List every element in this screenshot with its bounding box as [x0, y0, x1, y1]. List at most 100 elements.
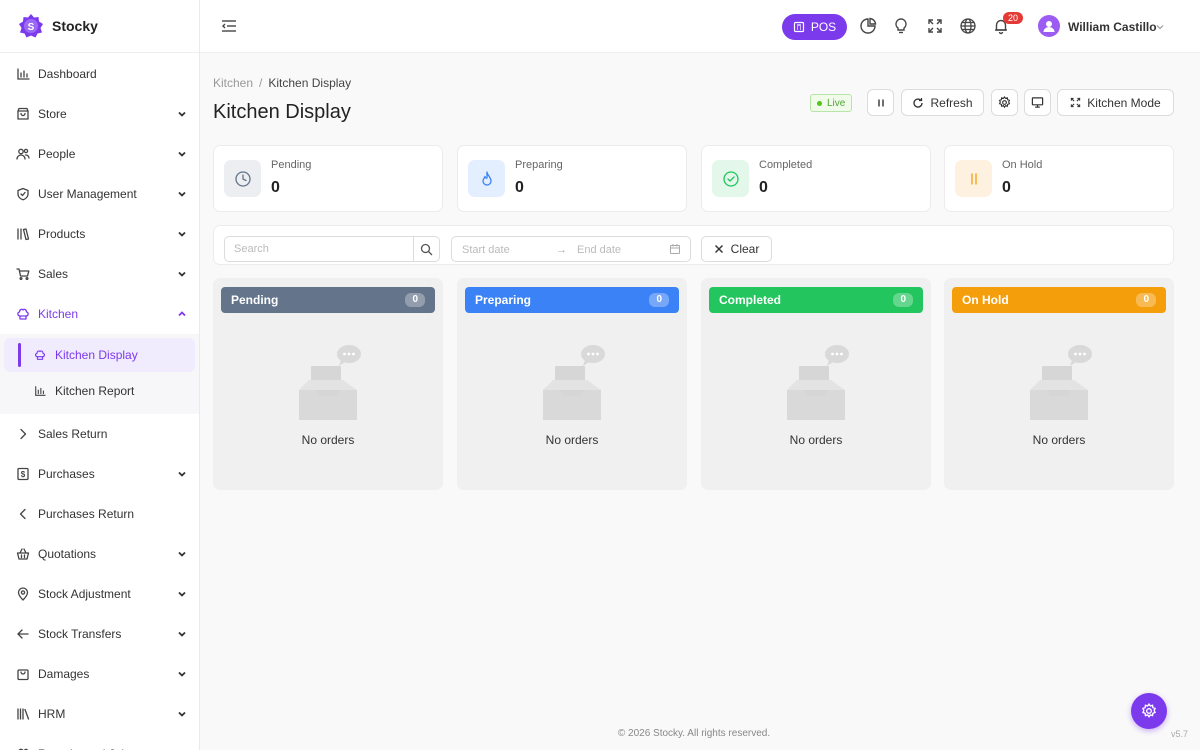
sidebar-subitem-label: Kitchen Display: [55, 348, 138, 362]
search-field: [224, 236, 440, 262]
kitchen-mode-button[interactable]: Kitchen Mode: [1057, 89, 1174, 116]
sidebar-subitem-kitchen-report[interactable]: Kitchen Report: [4, 374, 195, 408]
chevron-down-icon: [178, 111, 186, 117]
column-count-badge: 0: [405, 293, 425, 307]
end-date-input[interactable]: End date: [577, 244, 621, 256]
sidebar-item-label: Products: [38, 227, 86, 241]
search-input[interactable]: [225, 237, 414, 261]
stat-card-preparing: Preparing 0: [457, 145, 687, 212]
sidebar-item-hrm[interactable]: HRM: [0, 694, 199, 734]
version-label: v5.7: [1170, 729, 1188, 739]
empty-state-text: No orders: [545, 433, 599, 447]
user-name[interactable]: William Castillo: [1068, 20, 1157, 34]
sidebar-item-stock-transfers[interactable]: Stock Transfers: [0, 614, 199, 654]
pie-chart-icon[interactable]: [859, 17, 877, 35]
page-title: Kitchen Display: [213, 101, 351, 123]
empty-state-text: No orders: [1032, 433, 1086, 447]
display-button[interactable]: [1024, 89, 1051, 116]
kitchen-submenu: Kitchen Display Kitchen Report: [0, 334, 199, 414]
sidebar-item-kitchen[interactable]: Kitchen: [0, 294, 199, 334]
search-button[interactable]: [413, 237, 439, 261]
avatar[interactable]: [1038, 15, 1060, 37]
stat-value: 0: [515, 179, 524, 196]
svg-text:S: S: [28, 22, 35, 33]
sidebar-item-damages[interactable]: Damages: [0, 654, 199, 694]
sidebar-item-dashboard[interactable]: Dashboard: [0, 54, 199, 94]
calendar-icon: [670, 244, 680, 254]
location-icon: [17, 587, 29, 601]
stat-label: Pending: [271, 159, 312, 171]
fullscreen-icon[interactable]: [926, 17, 944, 35]
pause-button[interactable]: [867, 89, 894, 116]
sidebar-item-recruits-and-jobs[interactable]: Recruits and Jobs: [0, 734, 199, 750]
arrow-left-icon: [17, 629, 29, 639]
breadcrumb-separator: /: [259, 76, 263, 90]
sidebar-item-label: People: [38, 147, 76, 161]
sidebar-item-label: HRM: [38, 707, 66, 721]
sidebar-item-stock-adjustment[interactable]: Stock Adjustment: [0, 574, 199, 614]
column-count-badge: 0: [893, 293, 913, 307]
basket-icon: [16, 548, 30, 560]
customizer-button[interactable]: [1131, 693, 1167, 729]
sidebar-item-label: Quotations: [38, 547, 97, 561]
pos-button[interactable]: POS: [782, 14, 847, 40]
main-content: Kitchen / Kitchen Display Kitchen Displa…: [200, 53, 1200, 750]
sidebar-item-purchases-return[interactable]: Purchases Return: [0, 494, 199, 534]
cart-icon: [16, 268, 30, 281]
sidebar-item-label: Stock Transfers: [38, 627, 122, 641]
sidebar-item-user-management[interactable]: User Management: [0, 174, 199, 214]
date-range-picker[interactable]: Start date → End date: [451, 236, 691, 262]
breadcrumb-parent[interactable]: Kitchen: [213, 76, 253, 90]
globe-icon[interactable]: [959, 17, 977, 35]
check-circle-icon: [722, 170, 739, 187]
chevron-down-icon: [178, 551, 186, 557]
refresh-button[interactable]: Refresh: [901, 89, 984, 116]
clear-button[interactable]: Clear: [701, 236, 772, 262]
start-date-input[interactable]: Start date: [462, 244, 510, 256]
kanban-column-on-hold: On Hold 0 No orders: [944, 278, 1174, 490]
empty-inbox-icon: [543, 345, 605, 420]
sidebar-item-sales[interactable]: Sales: [0, 254, 199, 294]
sidebar-item-label: Purchases: [38, 467, 95, 481]
chevron-down-icon: [178, 471, 186, 477]
sidebar-item-label: Kitchen: [38, 307, 79, 321]
brand[interactable]: S Stocky: [0, 0, 199, 53]
sidebar-nav: Dashboard Store People User Management Produ…: [0, 53, 199, 750]
sidebar-item-quotations[interactable]: Quotations: [0, 534, 199, 574]
people-icon: [16, 148, 30, 160]
sidebar-item-purchases[interactable]: $ Purchases: [0, 454, 199, 494]
sidebar-item-sales-return[interactable]: Sales Return: [0, 414, 199, 454]
search-icon: [420, 243, 433, 255]
lightbulb-icon[interactable]: [892, 17, 910, 35]
gear-icon: [1142, 703, 1156, 718]
empty-inbox-icon: [1030, 345, 1092, 420]
expand-icon: [1071, 97, 1081, 108]
stat-label: Preparing: [515, 159, 563, 171]
sidebar-item-products[interactable]: Products: [0, 214, 199, 254]
stat-card-pending: Pending 0: [213, 145, 443, 212]
column-count-badge: 0: [1136, 293, 1156, 307]
settings-button[interactable]: [991, 89, 1018, 116]
column-header: Completed 0: [709, 287, 923, 313]
sidebar-subitem-kitchen-display[interactable]: Kitchen Display: [4, 338, 195, 372]
sidebar-item-label: User Management: [38, 187, 137, 201]
sidebar-item-store[interactable]: Store: [0, 94, 199, 134]
chart-icon: [17, 68, 30, 80]
sidebar-item-label: Sales Return: [38, 427, 108, 441]
column-title: Preparing: [475, 293, 532, 307]
menu-toggle-icon[interactable]: [220, 17, 238, 35]
chevron-down-icon: [178, 711, 186, 717]
sidebar-item-label: Stock Adjustment: [38, 587, 131, 601]
stat-card-on-hold: On Hold 0: [944, 145, 1174, 212]
empty-state-text: No orders: [301, 433, 355, 447]
live-label: Live: [827, 97, 846, 109]
breadcrumb-current: Kitchen Display: [268, 76, 352, 90]
live-dot: [817, 100, 822, 106]
bag-icon: [17, 669, 29, 681]
pos-icon: [793, 21, 804, 33]
column-title: Completed: [719, 293, 782, 307]
chevron-down-icon[interactable]: [1155, 22, 1165, 32]
sidebar-item-people[interactable]: People: [0, 134, 199, 174]
sidebar-item-label: Store: [38, 107, 67, 121]
user-icon: [1043, 21, 1055, 32]
